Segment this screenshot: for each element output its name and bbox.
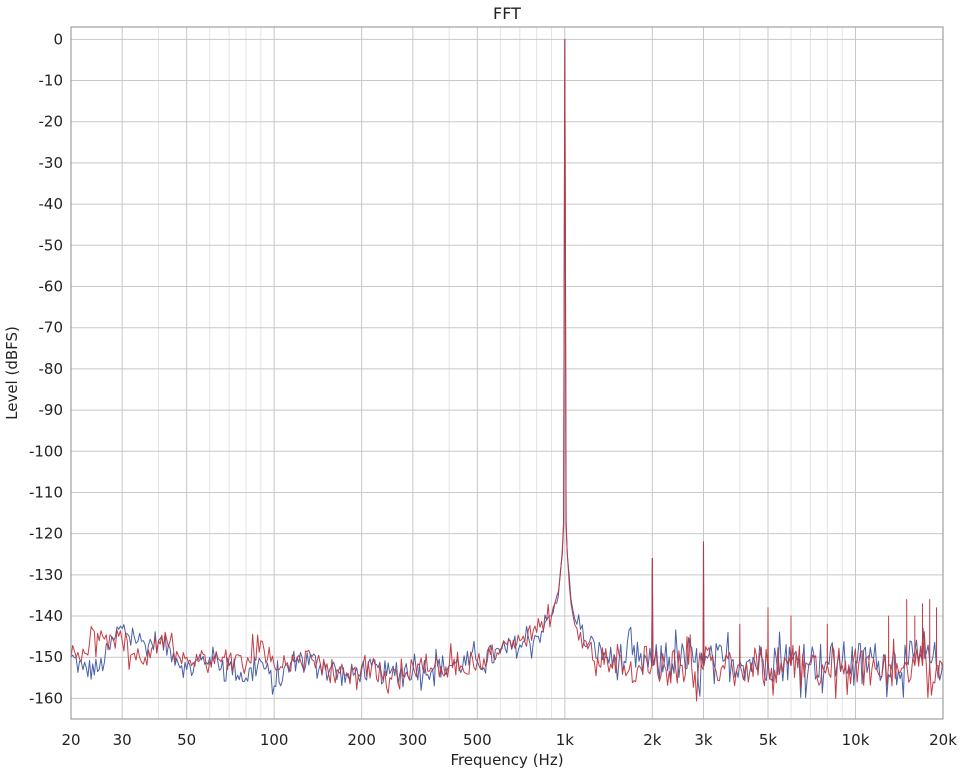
x-tick-label: 10k (842, 731, 870, 749)
y-axis-label: Level (dBFS) (3, 326, 21, 420)
x-tick-label: 200 (347, 731, 376, 749)
plot-area (70, 26, 944, 720)
y-tick-label: -90 (39, 401, 64, 419)
y-axis-ticks: 0 -10 -20 -30 -40 -50 -60 -70 -80 -90 -100 -110 -120… (29, 30, 63, 707)
y-tick-label: -20 (39, 113, 64, 131)
x-tick-label: 2k (643, 731, 662, 749)
y-tick-label: -60 (39, 278, 64, 296)
y-tick-label: -110 (29, 483, 63, 501)
x-tick-label: 300 (399, 731, 428, 749)
x-axis-ticks: 20 30 50 100 200 300 500 1k 2k 3k 5k 10k 20k (61, 731, 957, 749)
fft-chart: FFT 20 30 50 100 200 300 500 1k 2k 3k 5k 10k 20k 0 -1… (3, 4, 957, 769)
y-tick-label: -40 (39, 195, 64, 213)
y-tick-label: -120 (29, 525, 63, 543)
x-tick-label: 1k (556, 731, 575, 749)
y-tick-label: -160 (29, 689, 63, 707)
x-tick-label: 30 (113, 731, 132, 749)
x-tick-label: 500 (463, 731, 492, 749)
x-tick-label: 5k (759, 731, 778, 749)
x-tick-label: 20 (61, 731, 80, 749)
x-tick-label: 50 (177, 731, 196, 749)
x-tick-label: 20k (929, 731, 957, 749)
y-tick-label: -70 (39, 319, 64, 337)
y-tick-label: -140 (29, 607, 63, 625)
y-tick-label: 0 (53, 30, 63, 48)
y-tick-label: -130 (29, 566, 63, 584)
y-tick-label: -150 (29, 648, 63, 666)
x-axis-label: Frequency (Hz) (450, 751, 563, 769)
x-tick-label: 100 (260, 731, 289, 749)
chart-title: FFT (493, 4, 521, 23)
y-tick-label: -80 (39, 360, 64, 378)
x-tick-label: 3k (694, 731, 713, 749)
y-tick-label: -10 (39, 72, 64, 90)
y-tick-label: -30 (39, 154, 64, 172)
y-tick-label: -50 (39, 236, 64, 254)
y-tick-label: -100 (29, 442, 63, 460)
